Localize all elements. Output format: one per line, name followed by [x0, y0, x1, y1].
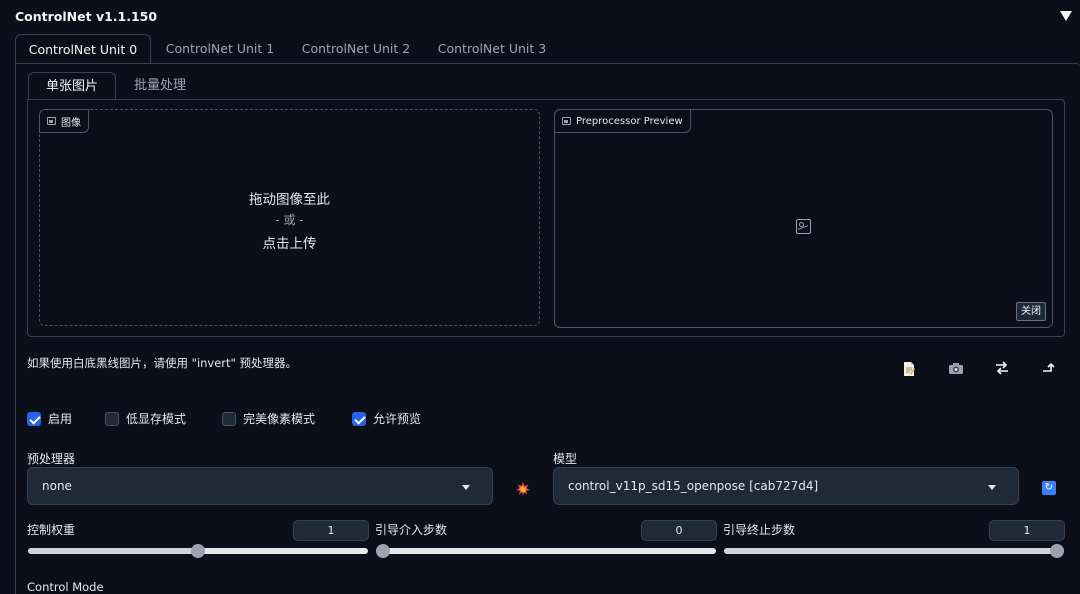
- guidance-end-slider[interactable]: [724, 544, 1064, 558]
- model-value: control_v11p_sd15_openpose [cab727d4]: [568, 479, 819, 493]
- camera-icon[interactable]: [946, 361, 966, 379]
- image-icon: [562, 117, 571, 125]
- image-icon: [47, 117, 56, 125]
- checkbox-label: 低显存模式: [126, 412, 187, 426]
- low-vram-checkbox[interactable]: 低显存模式: [105, 410, 186, 427]
- allow-preview-checkbox[interactable]: 允许预览: [352, 410, 421, 427]
- slider-thumb[interactable]: [191, 544, 205, 558]
- accordion-title: ControlNet v1.1.150: [15, 9, 158, 24]
- refresh-models-icon[interactable]: ↻: [1042, 481, 1056, 495]
- guidance-end-label: 引导终止步数: [723, 523, 796, 537]
- click-upload-text[interactable]: 点击上传: [40, 232, 539, 252]
- preprocessor-preview: Preprocessor Preview 关闭: [554, 109, 1053, 328]
- model-dropdown[interactable]: control_v11p_sd15_openpose [cab727d4]: [553, 467, 1019, 505]
- guidance-start-input[interactable]: 0: [641, 520, 717, 541]
- chevron-down-icon: [988, 485, 996, 490]
- pixel-perfect-checkbox[interactable]: 完美像素模式: [222, 410, 315, 427]
- new-canvas-icon[interactable]: [899, 361, 919, 379]
- tab-batch[interactable]: 批量处理: [120, 72, 200, 100]
- control-weight-input[interactable]: 1: [293, 520, 369, 541]
- slider-thumb[interactable]: [376, 544, 390, 558]
- model-label: 模型: [553, 452, 578, 466]
- tab-unit-3[interactable]: ControlNet Unit 3: [431, 34, 553, 64]
- guidance-end-input[interactable]: 1: [989, 520, 1065, 541]
- preprocessor-value: none: [42, 479, 72, 493]
- checkbox-box[interactable]: [27, 411, 41, 426]
- preprocessor-label: 预处理器: [27, 452, 76, 466]
- chevron-down-icon: [462, 485, 470, 490]
- image-placeholder-icon: [796, 219, 811, 234]
- tab-unit-1[interactable]: ControlNet Unit 1: [159, 34, 281, 64]
- tab-unit-2[interactable]: ControlNet Unit 2: [295, 34, 417, 64]
- guidance-start-label: 引导介入步数: [375, 523, 448, 537]
- checkbox-label: 启用: [48, 412, 73, 426]
- enable-checkbox[interactable]: 启用: [27, 410, 72, 427]
- checkbox-box[interactable]: [352, 411, 366, 426]
- invert-hint: 如果使用白底黑线图片，请使用 "invert" 预处理器。: [27, 356, 297, 370]
- run-preprocessor-explosion-icon[interactable]: [516, 481, 530, 496]
- checkbox-label: 允许预览: [373, 412, 422, 426]
- tab-unit-0[interactable]: ControlNet Unit 0: [15, 34, 151, 64]
- control-weight-label: 控制权重: [27, 523, 76, 537]
- control-mode-label: Control Mode: [27, 580, 104, 594]
- checkbox-label: 完美像素模式: [243, 412, 316, 426]
- preprocessor-dropdown[interactable]: none: [27, 467, 493, 505]
- swap-icon[interactable]: [992, 361, 1012, 379]
- tab-single-image[interactable]: 单张图片: [28, 72, 116, 100]
- controlnet-accordion-header[interactable]: ControlNet v1.1.150: [0, 0, 1080, 34]
- preview-label: Preprocessor Preview: [554, 109, 691, 133]
- guidance-start-slider[interactable]: [376, 544, 716, 558]
- send-dimensions-icon[interactable]: [1039, 361, 1059, 379]
- close-preview-button[interactable]: 关闭: [1016, 302, 1046, 321]
- image-upload-label-text: 图像: [61, 117, 81, 129]
- image-upload-label: 图像: [39, 109, 89, 133]
- checkbox-box[interactable]: [105, 411, 119, 426]
- preview-label-text: Preprocessor Preview: [576, 115, 683, 127]
- image-upload-dropzone[interactable]: 图像 拖动图像至此 - 或 - 点击上传: [39, 109, 540, 326]
- checkbox-box[interactable]: [222, 411, 236, 426]
- control-weight-slider[interactable]: [28, 544, 368, 558]
- or-separator: - 或 -: [275, 213, 304, 227]
- drag-image-text: 拖动图像至此: [249, 192, 330, 208]
- slider-thumb[interactable]: [1050, 544, 1064, 558]
- collapse-triangle-icon[interactable]: [1060, 11, 1072, 21]
